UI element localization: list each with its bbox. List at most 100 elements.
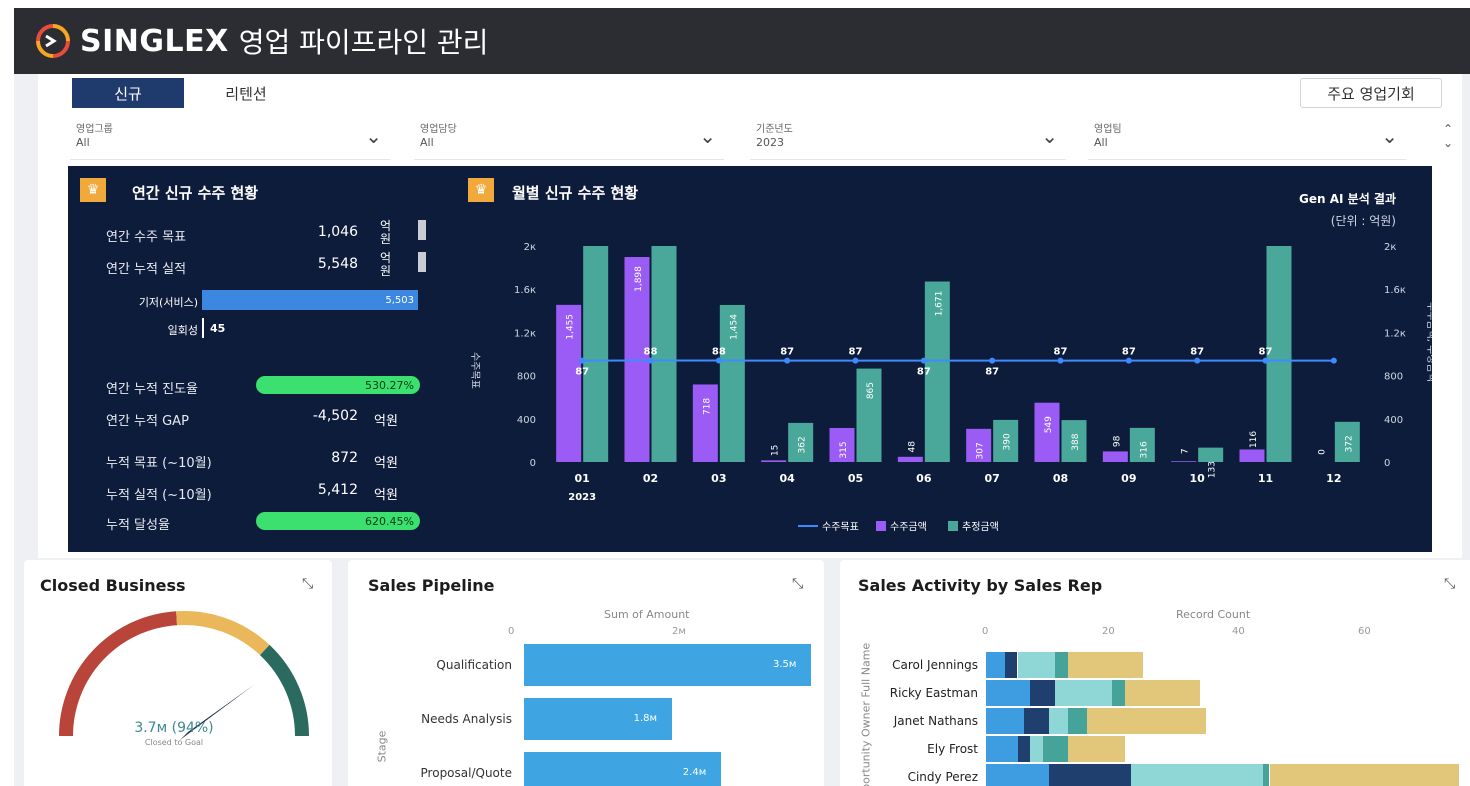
top-bar: SINGLEX 영업 파이프라인 관리 bbox=[14, 8, 1470, 74]
activity-segment[interactable] bbox=[1086, 708, 1207, 734]
gauge-mid-arc bbox=[176, 611, 270, 656]
tab-new[interactable]: 신규 bbox=[72, 78, 184, 108]
activity-tick: 20 bbox=[1102, 626, 1115, 637]
target-point bbox=[1262, 357, 1269, 364]
activity-segment[interactable] bbox=[1049, 708, 1068, 734]
rep-label: Janet Nathans bbox=[893, 714, 978, 728]
order-bar bbox=[692, 384, 718, 462]
pipeline-bar[interactable] bbox=[524, 644, 811, 686]
order-bar bbox=[1239, 449, 1265, 462]
pipeline-bar-value: 1.8м bbox=[633, 713, 658, 724]
x-tick-label: 12 bbox=[1326, 472, 1341, 485]
filter-base-year[interactable]: 기준년도 2023 ⌄ bbox=[750, 114, 1066, 160]
gen-ai-label: Gen AI 분석 결과 bbox=[1299, 192, 1396, 206]
order-value-label: 116 bbox=[1249, 431, 1259, 448]
scroll-stepper-icon[interactable]: ⌃ ⌄ bbox=[1440, 122, 1456, 156]
activity-segment[interactable] bbox=[1269, 764, 1459, 786]
expand-icon[interactable]: ⤡ bbox=[792, 576, 803, 592]
progress-label: 연간 누적 진도율 bbox=[106, 382, 198, 397]
cum-actual-label: 누적 실적 (~10월) bbox=[106, 488, 212, 503]
legend-label: 수주금액 bbox=[890, 521, 927, 533]
monthly-panel-title: 월별 신규 수주 현황 bbox=[512, 184, 639, 202]
gap-unit: 억원 bbox=[374, 414, 398, 429]
activity-segment[interactable] bbox=[986, 764, 1049, 786]
target-value-label: 87 bbox=[780, 347, 794, 358]
filter-value: All bbox=[76, 136, 90, 149]
y-right-tick-label: 2к bbox=[1384, 242, 1396, 253]
gauge-high-arc bbox=[259, 644, 309, 737]
closed-business-title: Closed Business bbox=[40, 576, 186, 595]
y-right-tick-label: 0 bbox=[1384, 458, 1390, 469]
filter-sales-group[interactable]: 영업그룹 All ⌄ bbox=[70, 114, 390, 160]
order-bar bbox=[1102, 451, 1128, 462]
target-value-label: 87 bbox=[849, 347, 863, 358]
order-value-label: 7 bbox=[1181, 448, 1191, 454]
order-value-label: 48 bbox=[907, 441, 917, 453]
activity-segment[interactable] bbox=[1017, 736, 1031, 762]
y-right-tick-label: 800 bbox=[1384, 372, 1403, 383]
activity-segment[interactable] bbox=[986, 680, 1031, 706]
target-value-label: 87 bbox=[575, 367, 589, 378]
cum-target-unit: 억원 bbox=[374, 456, 398, 471]
filter-sales-rep[interactable]: 영업담당 All ⌄ bbox=[414, 114, 724, 160]
annual-target-label: 연간 수주 목표 bbox=[106, 230, 187, 245]
legend-order-swatch bbox=[876, 521, 886, 531]
activity-segment[interactable] bbox=[986, 736, 1018, 762]
expand-icon[interactable]: ⤡ bbox=[302, 576, 313, 592]
sales-pipeline-card: Sales Pipeline ⤡ Sum of Amount 0 2м Stag… bbox=[348, 560, 824, 786]
activity-segment[interactable] bbox=[1049, 764, 1131, 786]
estimate-value-label: 133 bbox=[1208, 461, 1218, 478]
chevron-down-icon: ⌄ bbox=[1041, 124, 1058, 148]
target-value-label: 87 bbox=[985, 367, 999, 378]
activity-segment[interactable] bbox=[1124, 680, 1201, 706]
annual-actual-value: 5,548 bbox=[317, 256, 358, 272]
sales-pipeline-title: Sales Pipeline bbox=[368, 576, 495, 595]
x-tick-label: 09 bbox=[1121, 472, 1136, 485]
activity-segment[interactable] bbox=[1030, 736, 1043, 762]
rep-label: Carol Jennings bbox=[892, 658, 978, 672]
activity-segment[interactable] bbox=[1023, 708, 1049, 734]
order-value-label: 1,898 bbox=[634, 266, 644, 292]
achievement-pill: 620.45% bbox=[256, 512, 420, 530]
target-value-label: 87 bbox=[1190, 347, 1204, 358]
activity-segment[interactable] bbox=[986, 708, 1024, 734]
activity-segment[interactable] bbox=[1042, 736, 1068, 762]
filter-label: 기준년도 bbox=[756, 124, 793, 135]
gauge-sub: Closed to Goal bbox=[144, 738, 204, 747]
order-bar bbox=[761, 460, 787, 462]
key-opportunity-button[interactable]: 주요 영업기회 bbox=[1300, 78, 1442, 108]
filter-sales-team[interactable]: 영업팀 All ⌄ bbox=[1088, 114, 1406, 160]
target-point bbox=[1125, 357, 1132, 364]
cum-target-value: 872 bbox=[331, 450, 358, 466]
filter-value: All bbox=[420, 136, 434, 149]
tab-retention[interactable]: 리텐션 bbox=[184, 78, 308, 108]
x-tick-label: 01 bbox=[575, 472, 590, 485]
activity-segment[interactable] bbox=[1055, 680, 1112, 706]
rep-label: Cindy Perez bbox=[907, 770, 978, 784]
activity-segment[interactable] bbox=[1017, 652, 1056, 678]
stage-label: Qualification bbox=[436, 658, 512, 672]
chevron-down-icon: ⌄ bbox=[1381, 124, 1398, 148]
activity-segment[interactable] bbox=[1030, 680, 1056, 706]
activity-segment[interactable] bbox=[1067, 708, 1087, 734]
closed-business-card: Closed Business ⤡ 3.7м (94%) Closed to G… bbox=[24, 560, 332, 786]
crown-icon: ♛ bbox=[80, 178, 106, 202]
activity-segment[interactable] bbox=[1067, 736, 1125, 762]
x-tick-label: 05 bbox=[848, 472, 863, 485]
target-point bbox=[715, 357, 722, 364]
new-orders-panel: ♛ 연간 신규 수주 현황 연간 수주 목표 1,046 억원 연간 누적 실적… bbox=[68, 166, 1432, 552]
activity-segment[interactable] bbox=[1055, 652, 1068, 678]
expand-icon[interactable]: ⤡ bbox=[1444, 576, 1455, 592]
estimate-value-label: 1,671 bbox=[934, 291, 944, 317]
annual-actual-label: 연간 누적 실적 bbox=[106, 262, 187, 277]
activity-segment[interactable] bbox=[1067, 652, 1144, 678]
actual-stub-bar bbox=[418, 252, 426, 272]
activity-segment[interactable] bbox=[1112, 680, 1125, 706]
order-value-label: 315 bbox=[839, 441, 849, 458]
legend-label: 추정금액 bbox=[962, 521, 999, 533]
activity-segment[interactable] bbox=[986, 652, 1005, 678]
order-value-label: 307 bbox=[976, 442, 986, 459]
activity-segment[interactable] bbox=[1130, 764, 1264, 786]
activity-segment[interactable] bbox=[1004, 652, 1018, 678]
estimate-value-label: 865 bbox=[866, 382, 876, 399]
